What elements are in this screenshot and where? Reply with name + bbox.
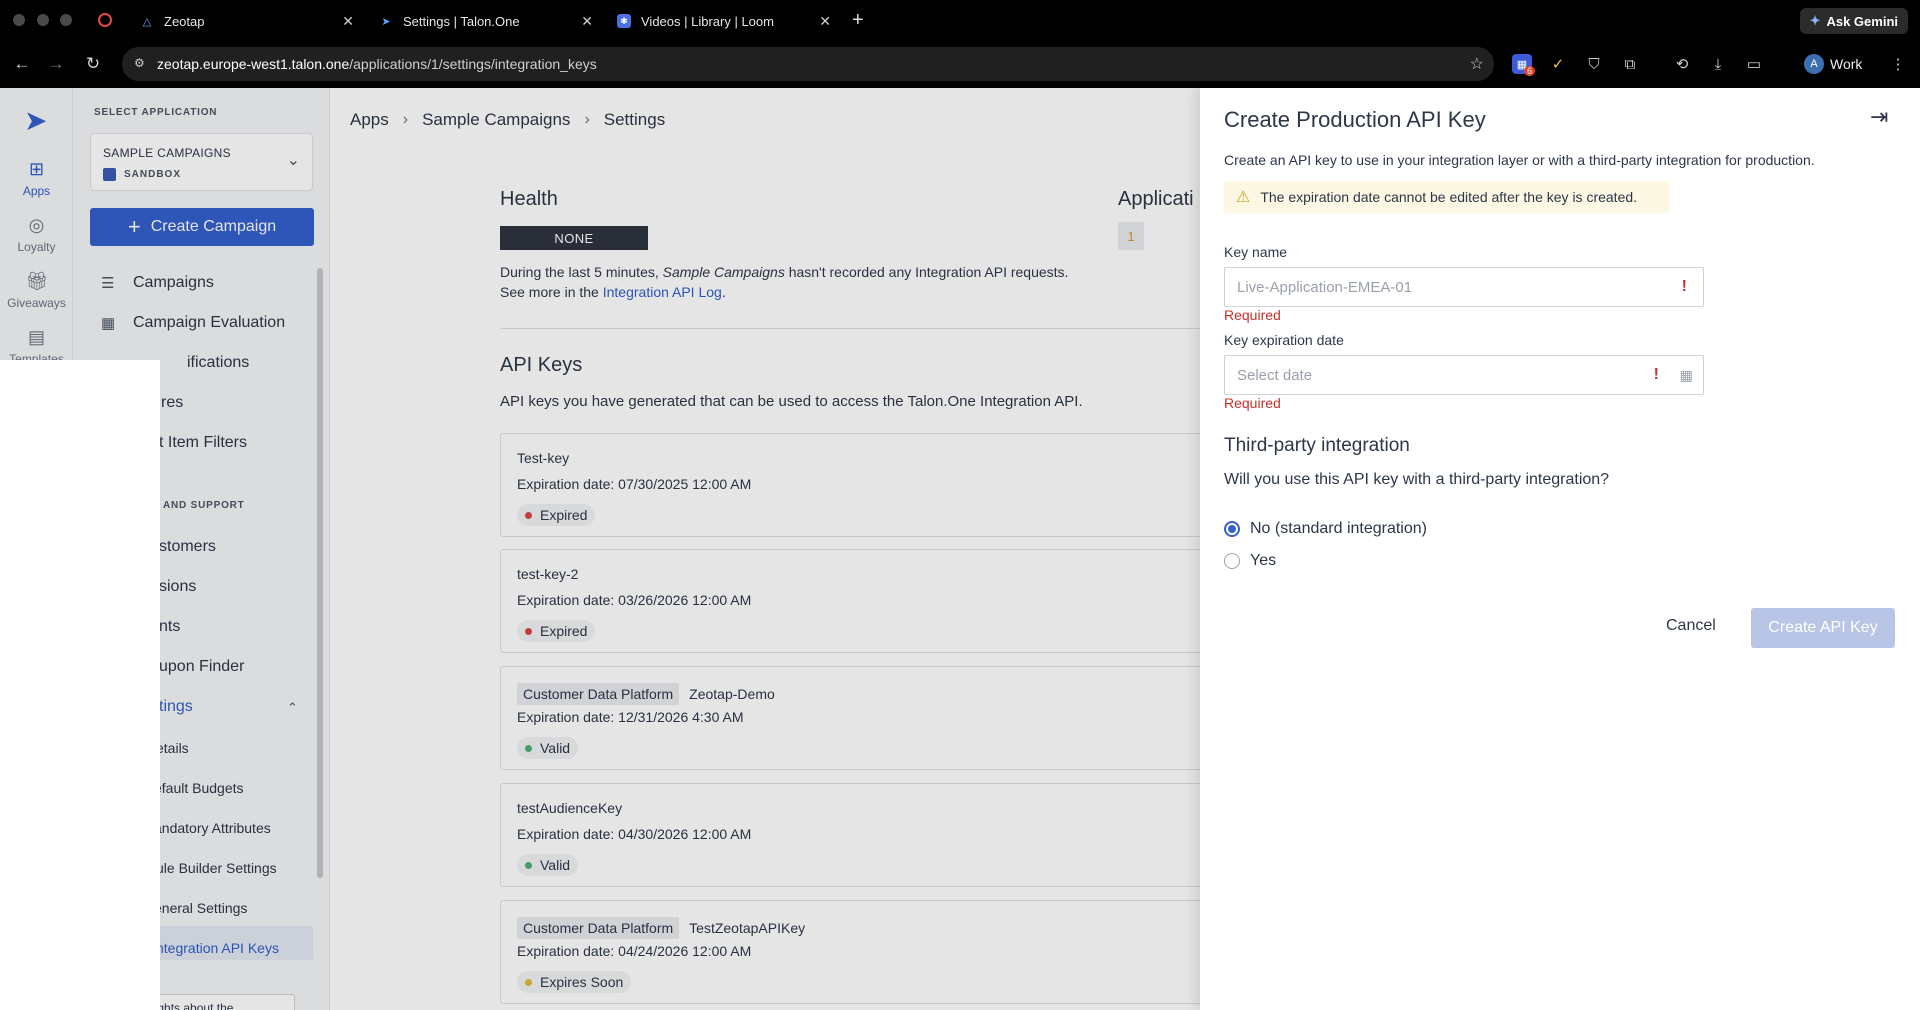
modal-backdrop[interactable] [0, 88, 1200, 1010]
browser-address-bar: ← → ↻ ⚙ zeotap.europe-west1.talon.one/ap… [0, 41, 1920, 88]
profile-button[interactable]: A Work [1804, 52, 1862, 76]
tab-talon-settings[interactable]: ➤ Settings | Talon.One ✕ [379, 6, 593, 36]
url-host: zeotap.europe-west1.talon.one [157, 56, 350, 72]
drawer-description: Create an API key to use in your integra… [1224, 152, 1815, 168]
third-party-question: Will you use this API key with a third-p… [1224, 471, 1610, 488]
talon-favicon-icon: ➤ [381, 15, 391, 28]
cancel-button[interactable]: Cancel [1652, 608, 1730, 644]
expiration-required-error: Required [1224, 395, 1281, 411]
new-tab-icon[interactable]: + [852, 9, 864, 32]
radio-no-standard[interactable]: No (standard integration) [1224, 520, 1427, 538]
expiration-date-label: Key expiration date [1224, 332, 1344, 348]
extension-check-icon[interactable]: ✓ [1548, 54, 1568, 74]
expiration-date-placeholder: Select date [1237, 366, 1313, 384]
recording-icon[interactable] [98, 13, 112, 27]
window-zoom-control[interactable] [60, 14, 72, 26]
forward-icon[interactable]: → [45, 53, 67, 75]
create-api-key-button[interactable]: Create API Key [1751, 608, 1895, 648]
key-name-label: Key name [1224, 244, 1288, 260]
site-info-icon[interactable]: ⚙ [134, 56, 145, 70]
ask-gemini-button[interactable]: ✦ Ask Gemini [1799, 8, 1908, 34]
radio-label: No (standard integration) [1250, 520, 1427, 537]
profile-label: Work [1830, 56, 1863, 72]
window-close-control[interactable] [13, 14, 25, 26]
blank-region [0, 360, 160, 1010]
reload-icon[interactable]: ↻ [82, 53, 104, 75]
radio-label: Yes [1250, 552, 1277, 569]
drawer-title: Create Production API Key [1224, 107, 1486, 132]
gemini-sparkle-icon: ✦ [1809, 13, 1821, 28]
expiration-date-input[interactable]: Select date ! ▦ [1224, 355, 1704, 395]
avatar: A [1804, 54, 1824, 74]
close-icon[interactable]: ✕ [819, 13, 831, 30]
shield-icon[interactable]: ⛉ [1584, 54, 1604, 74]
create-api-key-drawer: Create Production API Key ⇥ Create an AP… [1200, 88, 1920, 1010]
url-path: /applications/1/settings/integration_key… [349, 56, 597, 72]
back-icon[interactable]: ← [11, 53, 33, 75]
history-icon[interactable]: ⟲ [1672, 54, 1692, 74]
calendar-icon[interactable]: ▦ [1680, 367, 1693, 384]
browser-tab-bar: △ Zeotap ✕ ➤ Settings | Talon.One ✕ ✱ Vi… [0, 0, 1920, 41]
tab-title: Zeotap [164, 13, 205, 29]
menu-kebab-icon[interactable]: ⋮ [1888, 54, 1908, 74]
tab-title: Videos | Library | Loom [641, 13, 774, 29]
radio-unselected-icon[interactable] [1224, 553, 1240, 569]
ask-gemini-label: Ask Gemini [1826, 13, 1898, 29]
close-icon[interactable]: ✕ [581, 13, 593, 30]
bookmark-star-icon[interactable]: ☆ [1470, 54, 1484, 74]
url-input[interactable]: ⚙ zeotap.europe-west1.talon.one/applicat… [122, 47, 1494, 81]
warning-triangle-icon: ⚠ [1236, 189, 1251, 206]
error-exclamation-icon: ! [1653, 366, 1659, 383]
tab-loom[interactable]: ✱ Videos | Library | Loom ✕ [617, 6, 831, 36]
side-panel-icon[interactable]: ▭ [1744, 54, 1764, 74]
radio-yes[interactable]: Yes [1224, 552, 1276, 570]
warning-banner: ⚠ The expiration date cannot be edited a… [1224, 181, 1669, 213]
key-name-placeholder: Live-Application-EMEA-01 [1237, 278, 1413, 296]
extensions-puzzle-icon[interactable]: ⧉ [1620, 54, 1640, 74]
tab-title: Settings | Talon.One [403, 13, 520, 29]
zeotap-favicon-icon: △ [142, 15, 152, 28]
close-icon[interactable]: ✕ [342, 13, 354, 30]
error-exclamation-icon: ! [1681, 278, 1687, 295]
key-name-input[interactable]: Live-Application-EMEA-01 ! [1224, 267, 1704, 307]
key-name-required-error: Required [1224, 307, 1281, 323]
radio-selected-icon[interactable] [1224, 521, 1240, 537]
warning-text: The expiration date cannot be edited aft… [1260, 189, 1638, 205]
tab-zeotap[interactable]: △ Zeotap ✕ [140, 6, 354, 36]
third-party-title: Third-party integration [1224, 435, 1410, 456]
app-root: ➤ ⊞ Apps ◎ Loyalty 🎁︎ Giveaways ▤ Templa… [0, 88, 1920, 1010]
download-icon[interactable]: ⤓ [1708, 54, 1728, 74]
close-icon[interactable]: ⇥ [1870, 104, 1888, 130]
window-minimize-control[interactable] [37, 14, 49, 26]
loom-favicon-icon: ✱ [617, 14, 631, 28]
extension-badge: 6 [1524, 66, 1536, 76]
